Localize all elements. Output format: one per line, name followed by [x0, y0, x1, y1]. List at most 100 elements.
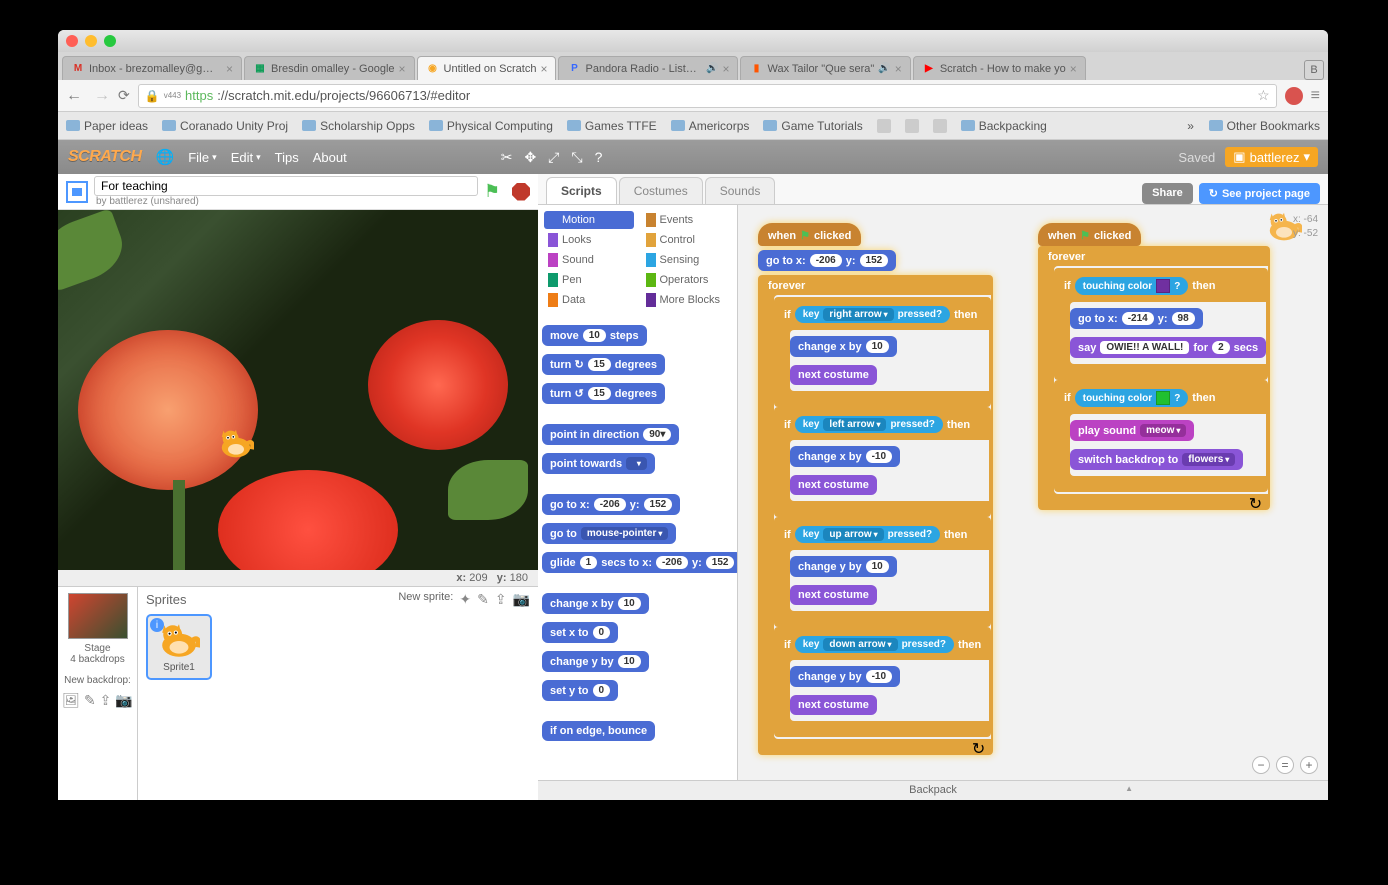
block-change-x[interactable]: change x by-10	[790, 446, 900, 467]
tab-close-icon[interactable]: ×	[540, 62, 547, 76]
browser-tab[interactable]: ▶Scratch - How to make yo×	[913, 56, 1086, 80]
bookmark-star-icon[interactable]: ☆	[1257, 87, 1270, 104]
stage[interactable]	[58, 210, 538, 570]
block-change-y[interactable]: change y by-10	[790, 666, 900, 687]
block-change-x[interactable]: change x by10	[542, 593, 649, 614]
audio-icon[interactable]: 🔊	[706, 63, 718, 74]
tab-scripts[interactable]: Scripts	[546, 177, 617, 204]
back-icon[interactable]: ←	[66, 87, 82, 105]
block-glide[interactable]: glide1secs to x:-206y:152	[542, 552, 737, 573]
browser-menu-icon[interactable]: ≡	[1311, 87, 1320, 105]
category-operators[interactable]: Operators	[642, 271, 732, 289]
about-menu[interactable]: About	[313, 150, 347, 165]
block-point-towards[interactable]: point towards	[542, 453, 655, 474]
touching-color-block[interactable]: touching color ?	[1075, 389, 1189, 407]
key-pressed-block[interactable]: keyleft arrowpressed?	[795, 416, 943, 433]
category-more-blocks[interactable]: More Blocks	[642, 291, 732, 309]
edit-menu[interactable]: Edit	[231, 150, 261, 165]
bookmark-icon-item[interactable]	[905, 119, 919, 133]
hat-block[interactable]: when⚑clicked	[1038, 223, 1141, 246]
url-input[interactable]: 🔒 v443 https://scratch.mit.edu/projects/…	[138, 84, 1277, 108]
tab-close-icon[interactable]: ×	[895, 62, 902, 76]
blocks-list[interactable]: move10steps turn ↻15degrees turn ↺15degr…	[538, 315, 737, 780]
fullscreen-icon[interactable]	[66, 181, 88, 203]
green-flag-icon[interactable]: ⚑	[484, 181, 506, 203]
choose-backdrop-icon[interactable]: 🖼	[62, 692, 80, 709]
camera-backdrop-icon[interactable]: 📷	[115, 692, 132, 709]
browser-tab[interactable]: PPandora Radio - Listen to🔊×	[558, 56, 738, 80]
if-block[interactable]: if keyup arrowpressed? then change y by1…	[774, 517, 991, 627]
category-data[interactable]: Data	[544, 291, 634, 309]
block-goto-xy[interactable]: go to x:-214y:98	[1070, 308, 1203, 329]
stop-icon[interactable]	[512, 183, 530, 201]
shrink-tool-icon[interactable]: ⤡	[571, 149, 582, 166]
help-tool-icon[interactable]: ?	[595, 149, 603, 166]
forever-block[interactable]: forever if keyright arrowpressed? then c…	[758, 275, 993, 755]
sprite-on-stage[interactable]	[218, 428, 254, 460]
user-menu[interactable]: ▣ battlerez ▾	[1225, 147, 1318, 167]
paint-sprite-icon[interactable]: ✎	[477, 591, 489, 608]
tips-menu[interactable]: Tips	[275, 150, 299, 165]
zoom-out-icon[interactable]: −	[1252, 756, 1270, 774]
block-next-costume[interactable]: next costume	[790, 475, 877, 495]
forever-block[interactable]: forever if touching color ? then go t	[1038, 246, 1270, 510]
tab-close-icon[interactable]: ×	[722, 62, 729, 76]
upload-sprite-icon[interactable]: ⇪	[495, 591, 507, 608]
bookmark-icon-item[interactable]	[933, 119, 947, 133]
backdrops-count[interactable]: 4 backdrops	[62, 654, 133, 665]
stage-thumbnail[interactable]	[68, 593, 128, 639]
upload-backdrop-icon[interactable]: ⇪	[100, 692, 112, 709]
block-set-y[interactable]: set y to0	[542, 680, 618, 701]
block-play-sound[interactable]: play soundmeow	[1070, 420, 1194, 441]
tab-close-icon[interactable]: ×	[1070, 62, 1077, 76]
block-move[interactable]: move10steps	[542, 325, 647, 346]
block-turn-ccw[interactable]: turn ↺15degrees	[542, 383, 665, 404]
bookmark-item[interactable]: Americorps	[671, 119, 750, 133]
bookmark-item[interactable]: Coranado Unity Proj	[162, 119, 288, 133]
color-swatch[interactable]	[1156, 279, 1170, 293]
block-next-costume[interactable]: next costume	[790, 695, 877, 715]
script-stack-1[interactable]: when⚑clicked go to x:-206y:152 forever i…	[758, 223, 993, 755]
reload-icon[interactable]: ⟳	[118, 87, 130, 104]
grow-tool-icon[interactable]: ⤢	[548, 149, 559, 166]
category-control[interactable]: Control	[642, 231, 732, 249]
bookmark-item[interactable]: Physical Computing	[429, 119, 553, 133]
duplicate-tool-icon[interactable]: ✥	[524, 149, 536, 166]
maximize-window-icon[interactable]	[104, 35, 116, 47]
tab-close-icon[interactable]: ×	[399, 62, 406, 76]
bookmark-icon-item[interactable]	[877, 119, 891, 133]
block-say[interactable]: sayOWIE!! A WALL!for2secs	[1070, 337, 1266, 358]
bookmark-item[interactable]: Game Tutorials	[763, 119, 862, 133]
block-change-y[interactable]: change y by10	[790, 556, 897, 577]
close-window-icon[interactable]	[66, 35, 78, 47]
script-stack-2[interactable]: when⚑clicked forever if touching color ?…	[1038, 223, 1270, 510]
touching-color-block[interactable]: touching color ?	[1075, 277, 1189, 295]
file-menu[interactable]: File	[188, 150, 216, 165]
scratch-logo[interactable]: SCRATCH	[68, 148, 142, 166]
language-icon[interactable]: 🌐	[156, 148, 175, 166]
block-turn-cw[interactable]: turn ↻15degrees	[542, 354, 665, 375]
bookmark-item[interactable]: Paper ideas	[66, 119, 148, 133]
if-block[interactable]: if touching color ? then go to x:-214y:9…	[1054, 268, 1268, 380]
tab-sounds[interactable]: Sounds	[705, 177, 776, 204]
stamp-tool-icon[interactable]: ✂	[501, 149, 513, 166]
browser-tab[interactable]: MInbox - brezomalley@gm…×	[62, 56, 242, 80]
scripts-canvas[interactable]: x: -64 y: -52 when⚑clicked go to x:-206y…	[738, 205, 1328, 780]
hat-block[interactable]: when⚑clicked	[758, 223, 861, 246]
category-pen[interactable]: Pen	[544, 271, 634, 289]
block-goto-xy[interactable]: go to x:-206y:152	[542, 494, 680, 515]
category-sound[interactable]: Sound	[544, 251, 634, 269]
tab-close-icon[interactable]: ×	[226, 62, 233, 76]
block-edge-bounce[interactable]: if on edge, bounce	[542, 721, 655, 741]
paint-backdrop-icon[interactable]: ✎	[84, 692, 96, 709]
block-set-x[interactable]: set x to0	[542, 622, 618, 643]
other-bookmarks[interactable]: » Other Bookmarks	[1187, 119, 1320, 133]
see-project-button[interactable]: ↻ See project page	[1199, 183, 1320, 204]
bookmark-item[interactable]: Games TTFE	[567, 119, 657, 133]
zoom-reset-icon[interactable]: =	[1276, 756, 1294, 774]
minimize-window-icon[interactable]	[85, 35, 97, 47]
profile-button[interactable]: B	[1304, 60, 1324, 80]
bookmark-item[interactable]: Scholarship Opps	[302, 119, 415, 133]
tab-costumes[interactable]: Costumes	[619, 177, 703, 204]
color-swatch[interactable]	[1156, 391, 1170, 405]
